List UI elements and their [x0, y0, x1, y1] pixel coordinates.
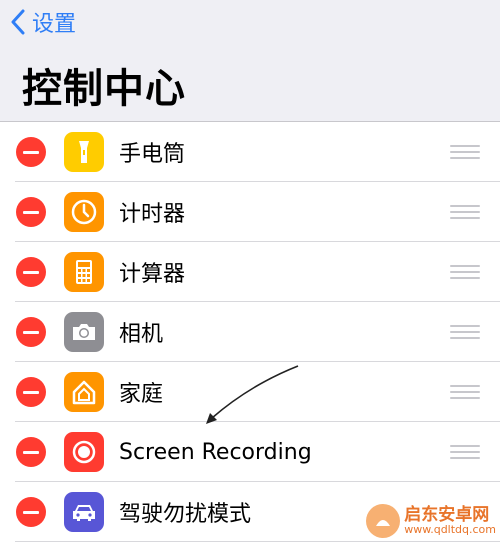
remove-button[interactable] [16, 137, 46, 167]
remove-button[interactable] [16, 377, 46, 407]
reorder-handle[interactable] [450, 265, 480, 279]
list-item-home: 家庭 [0, 362, 500, 422]
back-button-label: 设置 [32, 12, 77, 37]
watermark-name: 启东安卓网 [404, 504, 490, 525]
home-icon [64, 372, 104, 412]
list-item-label: 计时器 [119, 202, 186, 227]
control-list: 手电筒 计时器 计算器 相机 家庭 Screen Recording 驾驶勿扰模… [0, 121, 500, 542]
remove-button[interactable] [16, 257, 46, 287]
watermark-url: www.qdltdq.com [404, 523, 496, 537]
watermark: 启东安卓网 www.qdltdq.com [366, 504, 496, 538]
camera-icon [64, 312, 104, 352]
list-item-label: Screen Recording [119, 439, 312, 465]
list-item-flashlight: 手电筒 [0, 122, 500, 182]
chevron-left-icon [11, 9, 25, 35]
list-item-camera: 相机 [0, 302, 500, 362]
list-item-calculator: 计算器 [0, 242, 500, 302]
car-icon [64, 492, 104, 532]
screen-recording-icon [64, 432, 104, 472]
reorder-handle[interactable] [450, 445, 480, 459]
remove-button[interactable] [16, 437, 46, 467]
navigation-bar: 设置 [0, 0, 500, 44]
list-item-label: 驾驶勿扰模式 [119, 502, 252, 527]
list-item-label: 家庭 [119, 382, 164, 407]
reorder-handle[interactable] [450, 205, 480, 219]
back-button[interactable]: 设置 [0, 0, 76, 44]
list-item-label: 手电筒 [119, 142, 186, 167]
remove-button[interactable] [16, 197, 46, 227]
list-item-timer: 计时器 [0, 182, 500, 242]
page-title: 控制中心 [22, 66, 186, 112]
watermark-logo-icon [366, 504, 401, 538]
calculator-icon [64, 252, 104, 292]
list-item-label: 计算器 [119, 262, 186, 287]
list-item-label: 相机 [119, 322, 164, 347]
reorder-handle[interactable] [450, 145, 480, 159]
remove-button[interactable] [16, 497, 46, 527]
remove-button[interactable] [16, 317, 46, 347]
reorder-handle[interactable] [450, 325, 480, 339]
list-item-screen-recording: Screen Recording [0, 422, 500, 482]
reorder-handle[interactable] [450, 385, 480, 399]
flashlight-icon [64, 132, 104, 172]
timer-icon [64, 192, 104, 232]
